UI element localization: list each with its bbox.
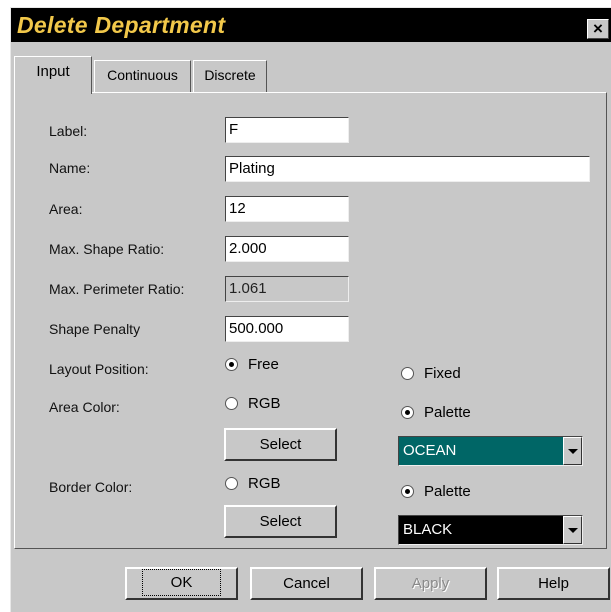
max-perimeter-ratio-field: 1.061 xyxy=(225,276,349,302)
layout-free-label: Free xyxy=(248,356,279,373)
cancel-button[interactable]: Cancel xyxy=(250,567,363,600)
area-color-select-label: Select xyxy=(259,436,302,453)
area-color-palette-label: Palette xyxy=(424,404,471,421)
border-color-label: Border Color: xyxy=(49,479,133,495)
layout-fixed-label: Fixed xyxy=(424,365,461,382)
chevron-down-icon[interactable] xyxy=(563,437,582,465)
delete-department-dialog: Delete Department × Input Continuous Dis… xyxy=(10,7,611,612)
shape-penalty-input[interactable]: 500.000 xyxy=(225,316,349,342)
area-color-palette-radio[interactable]: Palette xyxy=(401,404,491,424)
radio-unselected-icon xyxy=(225,477,238,490)
layout-position-label: Layout Position: xyxy=(49,361,149,377)
help-button[interactable]: Help xyxy=(497,567,610,600)
dialog-button-bar: OK Cancel Apply Help xyxy=(11,553,611,612)
tab-continuous[interactable]: Continuous xyxy=(94,60,191,92)
border-color-palette-dropdown[interactable]: BLACK xyxy=(398,515,583,545)
close-button[interactable]: × xyxy=(587,19,609,39)
name-input[interactable]: Plating xyxy=(225,156,590,182)
radio-selected-icon xyxy=(401,485,414,498)
cancel-label: Cancel xyxy=(283,575,330,592)
area-color-label: Area Color: xyxy=(49,399,120,415)
max-perimeter-ratio-label: Max. Perimeter Ratio: xyxy=(49,281,185,297)
border-color-rgb-radio[interactable]: RGB xyxy=(225,475,305,495)
title-bar: Delete Department × xyxy=(11,8,611,42)
area-color-rgb-label: RGB xyxy=(248,395,281,412)
area-input[interactable]: 12 xyxy=(225,196,349,222)
area-color-select-button[interactable]: Select xyxy=(224,428,337,461)
max-shape-ratio-input[interactable]: 2.000 xyxy=(225,236,349,262)
name-field-label: Name: xyxy=(49,160,91,176)
radio-selected-icon xyxy=(225,358,238,371)
border-color-palette-radio[interactable]: Palette xyxy=(401,483,491,503)
border-color-rgb-label: RGB xyxy=(248,475,281,492)
area-color-rgb-radio[interactable]: RGB xyxy=(225,395,305,415)
help-label: Help xyxy=(538,575,569,592)
radio-selected-icon xyxy=(401,406,414,419)
ok-focus-rect: OK xyxy=(141,569,222,596)
chevron-down-icon[interactable] xyxy=(563,516,582,544)
border-color-palette-value: BLACK xyxy=(399,516,563,544)
shape-penalty-label: Shape Penalty xyxy=(49,321,141,337)
tab-discrete-label: Discrete xyxy=(204,67,256,83)
max-shape-ratio-label: Max. Shape Ratio: xyxy=(49,241,165,257)
tab-discrete[interactable]: Discrete xyxy=(193,60,267,92)
tab-input-label: Input xyxy=(36,63,70,80)
radio-unselected-icon xyxy=(225,397,238,410)
tab-input[interactable]: Input xyxy=(14,56,92,94)
border-color-palette-label: Palette xyxy=(424,483,471,500)
input-tab-panel: Label: F Name: Plating Area: 12 Max. Sha… xyxy=(14,92,607,549)
area-field-label: Area: xyxy=(49,201,83,217)
dialog-title: Delete Department xyxy=(17,12,226,38)
tab-continuous-label: Continuous xyxy=(107,67,178,83)
apply-label: Apply xyxy=(411,575,450,592)
layout-free-radio[interactable]: Free xyxy=(225,356,305,376)
apply-button: Apply xyxy=(374,567,487,600)
ok-label: OK xyxy=(170,574,193,591)
border-color-select-label: Select xyxy=(259,513,302,530)
ok-button[interactable]: OK xyxy=(125,567,238,600)
area-color-palette-dropdown[interactable]: OCEAN xyxy=(398,436,583,466)
border-color-select-button[interactable]: Select xyxy=(224,505,337,538)
close-icon: × xyxy=(593,19,603,38)
layout-fixed-radio[interactable]: Fixed xyxy=(401,365,481,385)
label-input[interactable]: F xyxy=(225,117,349,143)
radio-unselected-icon xyxy=(401,367,414,380)
label-field-label: Label: xyxy=(49,123,88,139)
area-color-palette-value: OCEAN xyxy=(399,437,563,465)
